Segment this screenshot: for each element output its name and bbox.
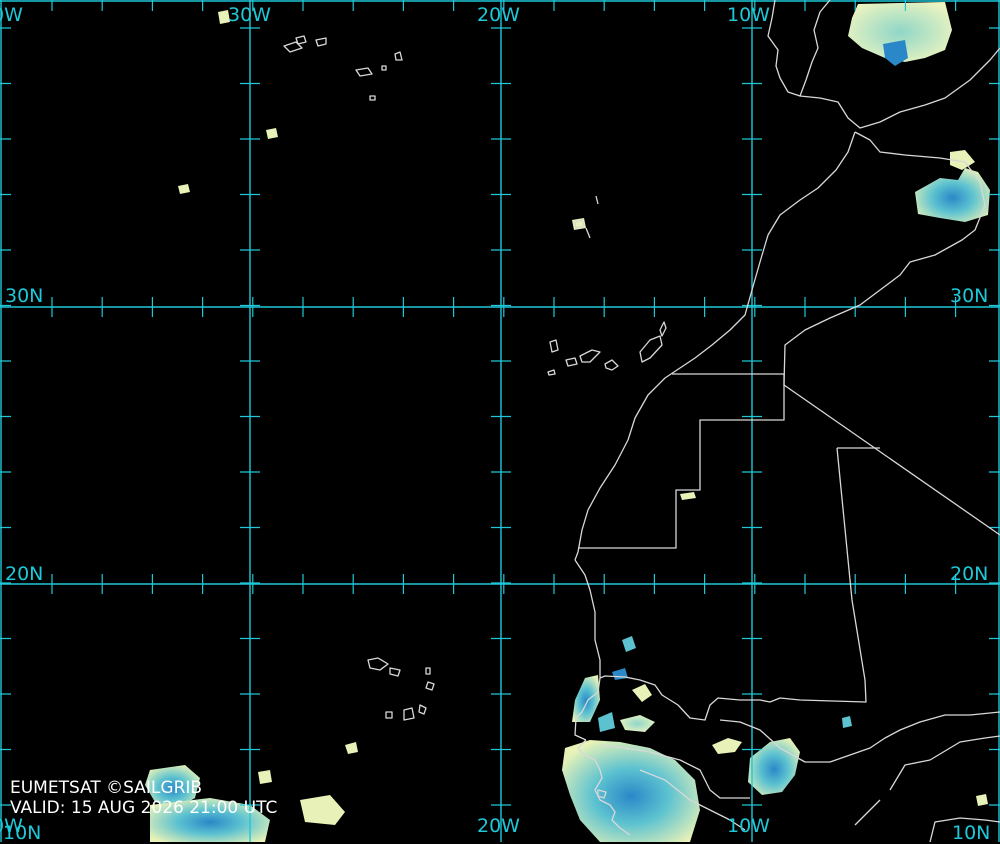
lat-label-right-10n: 10N — [952, 822, 991, 844]
satellite-map — [0, 0, 1000, 842]
lat-label-right-20n: 20N — [950, 563, 989, 585]
lon-label-top-0w: 0W — [0, 4, 23, 26]
lon-label-bottom-20w: 20W — [477, 815, 520, 837]
lon-label-top-30w: 30W — [228, 4, 271, 26]
lon-label-top-20w: 20W — [477, 4, 520, 26]
lon-label-top-10w: 10W — [727, 4, 770, 26]
cloud-small-c — [976, 794, 988, 806]
lon-label-bottom-0w: 0W — [0, 815, 23, 837]
source-caption: EUMETSAT ©SAILGRIB — [10, 778, 203, 798]
lon-label-bottom-10w: 10W — [727, 815, 770, 837]
valid-time-caption: VALID: 15 AUG 2026 21:00 UTC — [10, 798, 278, 818]
cloud-island-2 — [266, 128, 278, 139]
cloud-sw-4 — [258, 770, 272, 784]
lat-label-left-30n: 30N — [5, 285, 44, 307]
lat-label-left-20n: 20N — [5, 563, 44, 585]
lat-label-right-30n: 30N — [950, 285, 989, 307]
